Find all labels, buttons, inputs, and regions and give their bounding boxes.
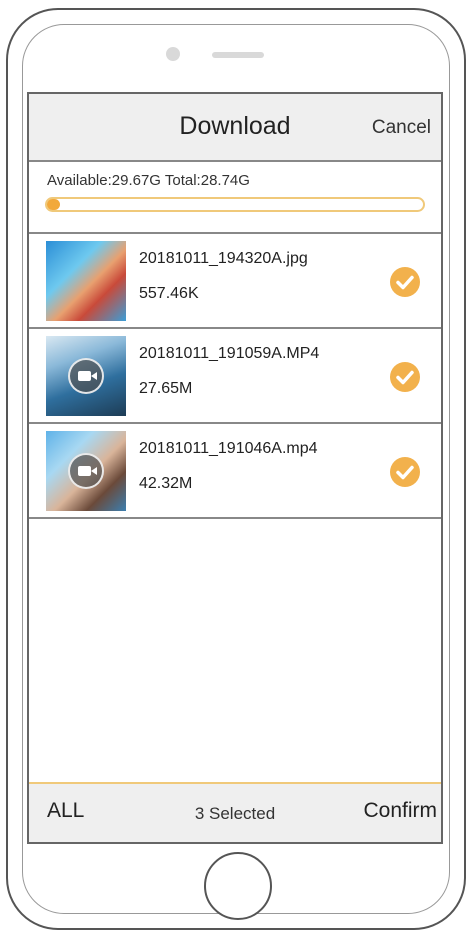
file-row[interactable]: 20181011_194320A.jpg 557.46K (29, 234, 441, 329)
confirm-button[interactable]: Confirm (363, 799, 437, 823)
earpiece-speaker (212, 52, 264, 58)
checkmark-circle-icon[interactable] (390, 362, 420, 392)
video-camera-icon (68, 453, 104, 489)
storage-panel: Available:29.67G Total:28.74G (29, 162, 441, 234)
front-camera (166, 47, 180, 61)
file-thumbnail (46, 336, 126, 416)
checkmark-circle-icon[interactable] (390, 457, 420, 487)
bottom-bar: ALL 3 Selected Confirm (29, 782, 441, 842)
video-camera-icon (68, 358, 104, 394)
file-size: 557.46K (139, 285, 199, 302)
checkmark-circle-icon[interactable] (390, 267, 420, 297)
cancel-button[interactable]: Cancel (372, 117, 431, 139)
home-button[interactable] (204, 852, 272, 920)
storage-progress-fill (47, 199, 61, 210)
top-bar: Download Cancel (29, 94, 441, 162)
file-list: 20181011_194320A.jpg 557.46K 20181011_19… (29, 234, 441, 519)
file-thumbnail (46, 241, 126, 321)
file-size: 42.32M (139, 475, 193, 492)
file-name: 20181011_191046A.mp4 (139, 440, 318, 457)
storage-info: Available:29.67G Total:28.74G (47, 172, 250, 189)
app-screen: Download Cancel Available:29.67G Total:2… (27, 92, 443, 844)
storage-progress-bar (45, 197, 425, 212)
file-size: 27.65M (139, 380, 193, 397)
file-row[interactable]: 20181011_191059A.MP4 27.65M (29, 329, 441, 424)
file-row[interactable]: 20181011_191046A.mp4 42.32M (29, 424, 441, 519)
file-name: 20181011_194320A.jpg (139, 250, 308, 267)
file-name: 20181011_191059A.MP4 (139, 345, 320, 362)
file-thumbnail (46, 431, 126, 511)
